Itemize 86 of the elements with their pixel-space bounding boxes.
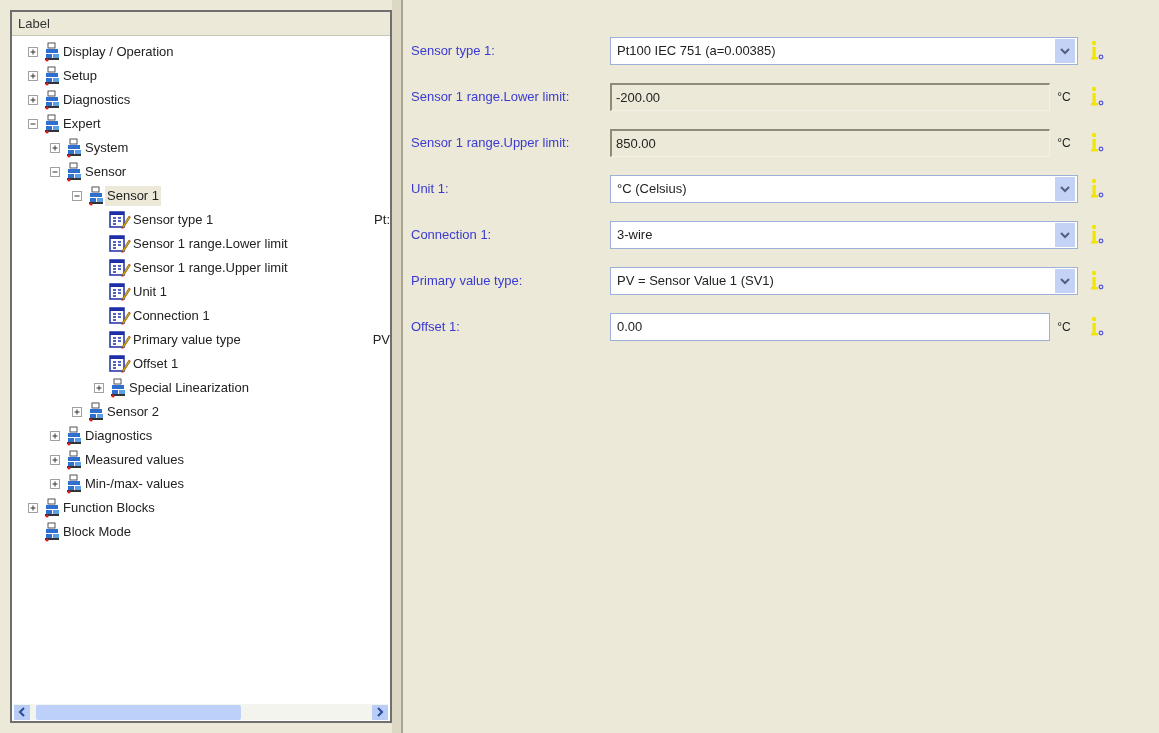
network-folder-icon — [43, 66, 61, 86]
tree-item[interactable]: Special Linearization — [127, 378, 251, 398]
expand-toggle-icon[interactable] — [28, 46, 39, 58]
table-edit-icon — [109, 330, 131, 350]
table-edit-icon — [109, 234, 131, 254]
info-icon[interactable] — [1090, 270, 1104, 292]
network-folder-icon — [43, 42, 61, 62]
network-folder-icon — [65, 138, 83, 158]
unit-label: °C — [1056, 89, 1072, 106]
tree-item[interactable]: Sensor 1 — [105, 186, 162, 206]
tree-item[interactable]: Sensor 1 range.Lower limit — [131, 234, 290, 254]
tree-item[interactable]: Offset 1 — [131, 354, 181, 374]
tree-item[interactable]: Setup — [61, 66, 99, 86]
field-label: Sensor type 1: — [411, 42, 496, 61]
field-label: Connection 1: — [411, 226, 493, 245]
expand-toggle-icon[interactable] — [72, 406, 83, 418]
network-folder-icon — [65, 162, 83, 182]
tree-item[interactable]: Min-/max- values — [83, 474, 186, 494]
field-label: Sensor 1 range.Lower limit: — [411, 88, 571, 107]
dropdown[interactable]: PV = Sensor Value 1 (SV1) — [610, 267, 1078, 295]
tree-item[interactable]: Sensor 1 range.Upper limit — [131, 258, 290, 278]
info-icon[interactable] — [1090, 178, 1104, 200]
tree-item[interactable]: Primary value type — [131, 330, 243, 350]
network-folder-icon — [43, 498, 61, 518]
table-edit-icon — [109, 258, 131, 278]
field-label: Unit 1: — [411, 180, 450, 199]
expand-toggle-icon[interactable] — [50, 430, 61, 442]
horizontal-scrollbar[interactable] — [14, 704, 388, 720]
info-icon[interactable] — [1090, 224, 1104, 246]
tree-item-value: PV — [372, 331, 390, 350]
collapse-toggle-icon[interactable] — [50, 166, 61, 178]
table-edit-icon — [109, 354, 131, 374]
tree-item[interactable]: Display / Operation — [61, 42, 176, 62]
tree-item[interactable]: Block Mode — [61, 522, 133, 542]
tree-item[interactable]: Diagnostics — [83, 426, 155, 446]
expand-toggle-icon[interactable] — [50, 454, 61, 466]
readonly-field[interactable]: -200.00 — [610, 83, 1050, 111]
info-icon[interactable] — [1090, 86, 1104, 108]
tree-item[interactable]: Diagnostics — [61, 90, 133, 110]
scroll-right-button[interactable] — [372, 704, 388, 720]
expand-toggle-icon[interactable] — [50, 478, 61, 490]
field-label: Primary value type: — [411, 272, 524, 291]
info-icon[interactable] — [1090, 40, 1104, 62]
network-folder-icon — [65, 450, 83, 470]
network-folder-icon — [65, 426, 83, 446]
dropdown[interactable]: Pt100 IEC 751 (a=0.00385) — [610, 37, 1078, 65]
unit-label: °C — [1056, 135, 1072, 152]
tree-item[interactable]: Sensor 2 — [105, 402, 162, 422]
expand-toggle-icon[interactable] — [94, 382, 105, 394]
column-header[interactable]: Label — [12, 12, 390, 36]
network-folder-icon — [43, 522, 61, 542]
tree-item[interactable]: Expert — [61, 114, 103, 134]
network-folder-icon — [87, 402, 105, 422]
expand-toggle-icon[interactable] — [28, 502, 39, 514]
network-folder-icon — [87, 186, 105, 206]
tree-item[interactable]: Connection 1 — [131, 306, 212, 326]
collapse-toggle-icon[interactable] — [72, 190, 83, 202]
tree-item[interactable]: Measured values — [83, 450, 186, 470]
tree-item-value: Pt: — [374, 211, 390, 230]
unit-label: °C — [1056, 319, 1072, 336]
network-folder-icon — [65, 474, 83, 494]
info-icon[interactable] — [1090, 316, 1104, 338]
tree-item[interactable]: Function Blocks — [61, 498, 157, 518]
input-field[interactable]: 0.00 — [610, 313, 1050, 341]
network-folder-icon — [43, 90, 61, 110]
expand-toggle-icon[interactable] — [50, 142, 61, 154]
table-edit-icon — [109, 282, 131, 302]
readonly-field[interactable]: 850.00 — [610, 129, 1050, 157]
network-folder-icon — [43, 114, 61, 134]
expand-toggle-icon[interactable] — [28, 70, 39, 82]
table-edit-icon — [109, 306, 131, 326]
scroll-thumb[interactable] — [36, 704, 241, 720]
table-edit-icon — [109, 210, 131, 230]
dropdown[interactable]: °C (Celsius) — [610, 175, 1078, 203]
collapse-toggle-icon[interactable] — [28, 118, 39, 130]
field-label: Offset 1: — [411, 318, 461, 337]
dropdown[interactable]: 3-wire — [610, 221, 1078, 249]
tree-item[interactable]: Sensor type 1 — [131, 210, 216, 230]
expand-toggle-icon[interactable] — [28, 94, 39, 106]
tree-item[interactable]: Unit 1 — [131, 282, 169, 302]
info-icon[interactable] — [1090, 132, 1104, 154]
tree-item[interactable]: Sensor — [83, 162, 129, 182]
network-folder-icon — [109, 378, 127, 398]
tree-item[interactable]: System — [83, 138, 131, 158]
field-label: Sensor 1 range.Upper limit: — [411, 134, 571, 153]
scroll-left-button[interactable] — [14, 704, 30, 720]
